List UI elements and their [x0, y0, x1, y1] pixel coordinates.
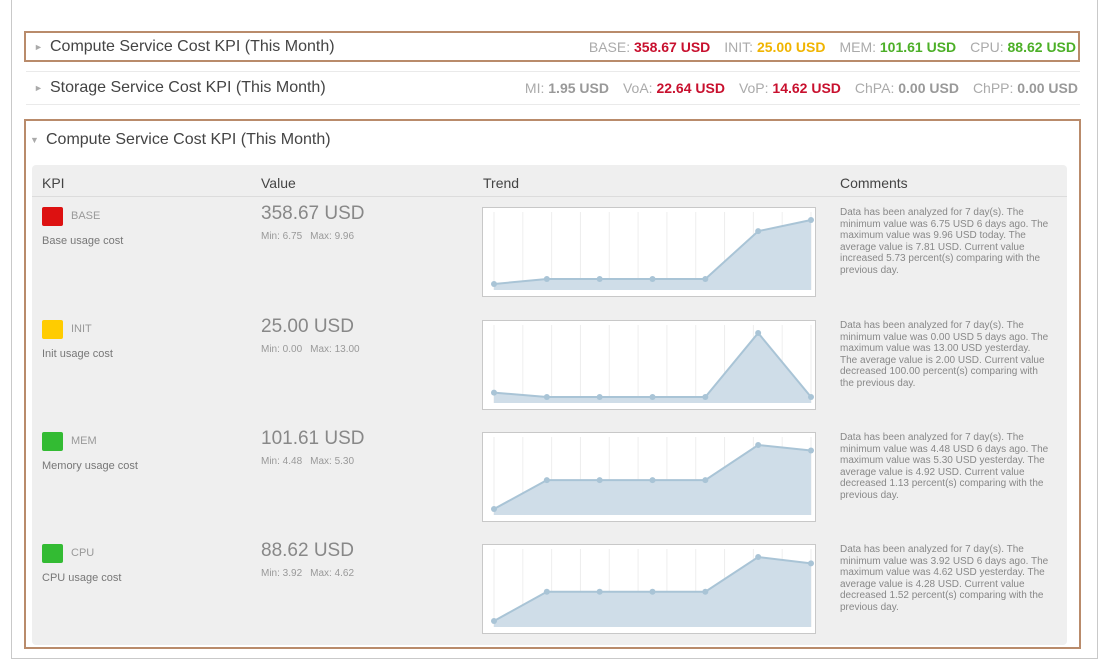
kpi-table: KPI Value Trend Comments BASE Base usage… — [32, 165, 1067, 645]
kpi-value: 101.61 USD — [261, 428, 365, 449]
trend-point — [543, 477, 550, 484]
header-value: Value — [261, 175, 296, 191]
trend-point — [755, 554, 762, 560]
trend-sparkline — [491, 325, 814, 403]
trend-point — [491, 389, 497, 396]
status-badge — [42, 432, 63, 451]
kpi-row-mem: MEM Memory usage cost 101.61 USD Min: 4.… — [32, 428, 1067, 542]
trend-point — [702, 477, 709, 484]
trend-point — [491, 618, 497, 624]
compute-summary-title: Compute Service Cost KPI (This Month) — [50, 37, 335, 55]
metric-mi: MI: 1.95 USD — [524, 80, 609, 96]
metric-base: BASE: 358.67 USD — [588, 38, 711, 55]
trend-chart — [482, 207, 816, 297]
metric-chpp: ChPP: 0.00 USD — [972, 80, 1078, 96]
header-divider — [32, 196, 1067, 197]
kpi-value: 88.62 USD — [261, 540, 354, 561]
metric-mem: MEM: 101.61 USD — [839, 38, 957, 55]
storage-summary-bar[interactable]: ► Storage Service Cost KPI (This Month) … — [26, 71, 1080, 105]
header-kpi: KPI — [42, 175, 65, 191]
metric-voa: VoA: 22.64 USD — [622, 80, 725, 96]
trend-area — [494, 333, 811, 403]
trend-point — [702, 588, 709, 595]
trend-point — [649, 477, 656, 484]
kpi-name: MEM — [71, 435, 97, 447]
kpi-description: Memory usage cost — [42, 460, 138, 472]
kpi-minmax: Min: 0.00 Max: 13.00 — [261, 344, 360, 355]
kpi-minmax: Min: 4.48 Max: 5.30 — [261, 456, 355, 467]
expand-arrow-icon[interactable]: ► — [34, 83, 43, 93]
trend-point — [543, 588, 550, 595]
trend-point — [702, 394, 709, 400]
trend-point — [808, 560, 814, 567]
panel-header[interactable]: ▼ Compute Service Cost KPI (This Month) — [26, 121, 1079, 159]
metric-vop: VoP: 14.62 USD — [738, 80, 841, 96]
trend-point — [491, 506, 497, 512]
metric-chpa: ChPA: 0.00 USD — [854, 80, 959, 96]
panel-title: Compute Service Cost KPI (This Month) — [46, 131, 331, 148]
kpi-comment: Data has been analyzed for 7 day(s). The… — [840, 320, 1049, 389]
kpi-description: Base usage cost — [42, 235, 124, 247]
trend-point — [649, 276, 656, 283]
compute-kpi-panel: ▼ Compute Service Cost KPI (This Month) … — [24, 119, 1081, 649]
trend-point — [755, 442, 762, 448]
trend-point — [596, 477, 603, 484]
trend-point — [702, 276, 709, 283]
kpi-row-base: BASE Base usage cost 358.67 USD Min: 6.7… — [32, 203, 1067, 317]
kpi-comment: Data has been analyzed for 7 day(s). The… — [840, 207, 1049, 276]
kpi-name: CPU — [71, 547, 95, 559]
trend-point — [808, 217, 814, 223]
kpi-name: BASE — [71, 210, 101, 222]
kpi-value: 358.67 USD — [261, 203, 365, 224]
trend-point — [596, 394, 603, 400]
compute-metrics: BASE: 358.67 USD INIT: 25.00 USD MEM: 10… — [575, 39, 1078, 55]
kpi-minmax: Min: 3.92 Max: 4.62 — [261, 568, 355, 579]
kpi-description: CPU usage cost — [42, 572, 122, 584]
trend-point — [808, 394, 814, 400]
metric-cpu: CPU: 88.62 USD — [970, 38, 1076, 55]
trend-point — [543, 394, 550, 400]
compute-summary-bar[interactable]: ► Compute Service Cost KPI (This Month) … — [24, 31, 1080, 62]
storage-metrics: MI: 1.95 USD VoA: 22.64 USD VoP: 14.62 U… — [511, 80, 1080, 96]
trend-chart — [482, 544, 816, 634]
status-badge — [42, 544, 63, 563]
header-comments: Comments — [840, 175, 908, 191]
kpi-row-init: INIT Init usage cost 25.00 USD Min: 0.00… — [32, 316, 1067, 430]
trend-point — [491, 281, 497, 287]
trend-point — [649, 394, 656, 400]
kpi-value: 25.00 USD — [261, 316, 354, 337]
collapse-arrow-icon[interactable]: ▼ — [30, 135, 39, 145]
trend-sparkline — [491, 212, 814, 290]
kpi-row-cpu: CPU CPU usage cost 88.62 USD Min: 3.92 Ma… — [32, 540, 1067, 654]
trend-chart — [482, 320, 816, 410]
status-badge — [42, 207, 63, 226]
trend-point — [755, 228, 762, 235]
metric-init: INIT: 25.00 USD — [724, 38, 826, 55]
kpi-minmax: Min: 6.75 Max: 9.96 — [261, 231, 355, 242]
trend-point — [596, 588, 603, 595]
status-badge — [42, 320, 63, 339]
trend-point — [755, 330, 762, 336]
trend-point — [596, 276, 603, 283]
trend-sparkline — [491, 549, 814, 627]
expand-arrow-icon[interactable]: ► — [34, 42, 43, 52]
trend-chart — [482, 432, 816, 522]
header-trend: Trend — [483, 175, 520, 191]
storage-summary-title: Storage Service Cost KPI (This Month) — [50, 79, 326, 96]
trend-point — [649, 588, 656, 595]
kpi-comment: Data has been analyzed for 7 day(s). The… — [840, 432, 1049, 501]
trend-point — [543, 276, 550, 283]
trend-point — [808, 447, 814, 454]
kpi-description: Init usage cost — [42, 348, 113, 360]
kpi-comment: Data has been analyzed for 7 day(s). The… — [840, 544, 1049, 613]
kpi-name: INIT — [71, 323, 92, 335]
trend-sparkline — [491, 437, 814, 515]
